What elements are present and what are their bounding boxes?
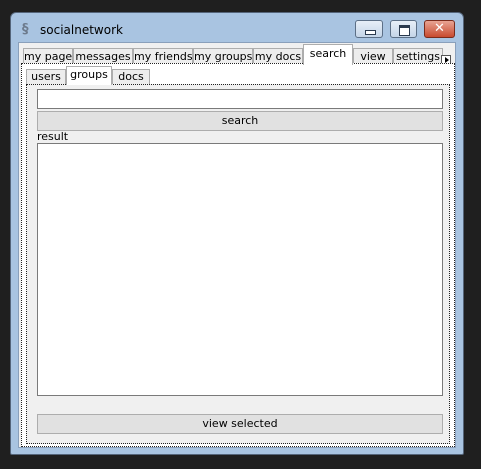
search-tab-panel: users groups docs search result view sel… bbox=[21, 63, 455, 447]
window-title: socialnetwork bbox=[40, 23, 123, 37]
close-button[interactable]: ✕ bbox=[424, 20, 455, 38]
tab-settings[interactable]: settings bbox=[393, 48, 443, 64]
view-selected-button[interactable]: view selected bbox=[37, 414, 443, 434]
result-label: result bbox=[37, 130, 69, 143]
app-icon: § bbox=[22, 22, 29, 37]
client-area: my page messages my friends my groups my… bbox=[18, 42, 456, 448]
app-window: § socialnetwork ✕ my page messages my fr… bbox=[10, 12, 464, 455]
tab-my-docs[interactable]: my docs bbox=[253, 48, 303, 64]
tab-search[interactable]: search bbox=[303, 44, 353, 65]
tab-my-groups[interactable]: my groups bbox=[193, 48, 253, 64]
tab-docs[interactable]: docs bbox=[112, 69, 150, 84]
close-icon: ✕ bbox=[434, 21, 445, 36]
search-input[interactable] bbox=[37, 89, 443, 109]
tab-users[interactable]: users bbox=[26, 69, 66, 84]
groups-search-panel: search result view selected bbox=[26, 84, 450, 444]
tab-messages[interactable]: messages bbox=[73, 48, 133, 64]
tab-view[interactable]: view bbox=[353, 48, 393, 64]
minimize-button[interactable] bbox=[355, 20, 383, 38]
maximize-button[interactable] bbox=[390, 20, 417, 38]
result-list[interactable] bbox=[37, 143, 443, 396]
minimize-icon bbox=[365, 30, 376, 35]
tab-groups[interactable]: groups bbox=[66, 66, 112, 85]
tab-my-page[interactable]: my page bbox=[23, 48, 73, 64]
maximize-icon bbox=[399, 25, 410, 36]
search-button[interactable]: search bbox=[37, 111, 443, 131]
tab-my-friends[interactable]: my friends bbox=[133, 48, 193, 64]
